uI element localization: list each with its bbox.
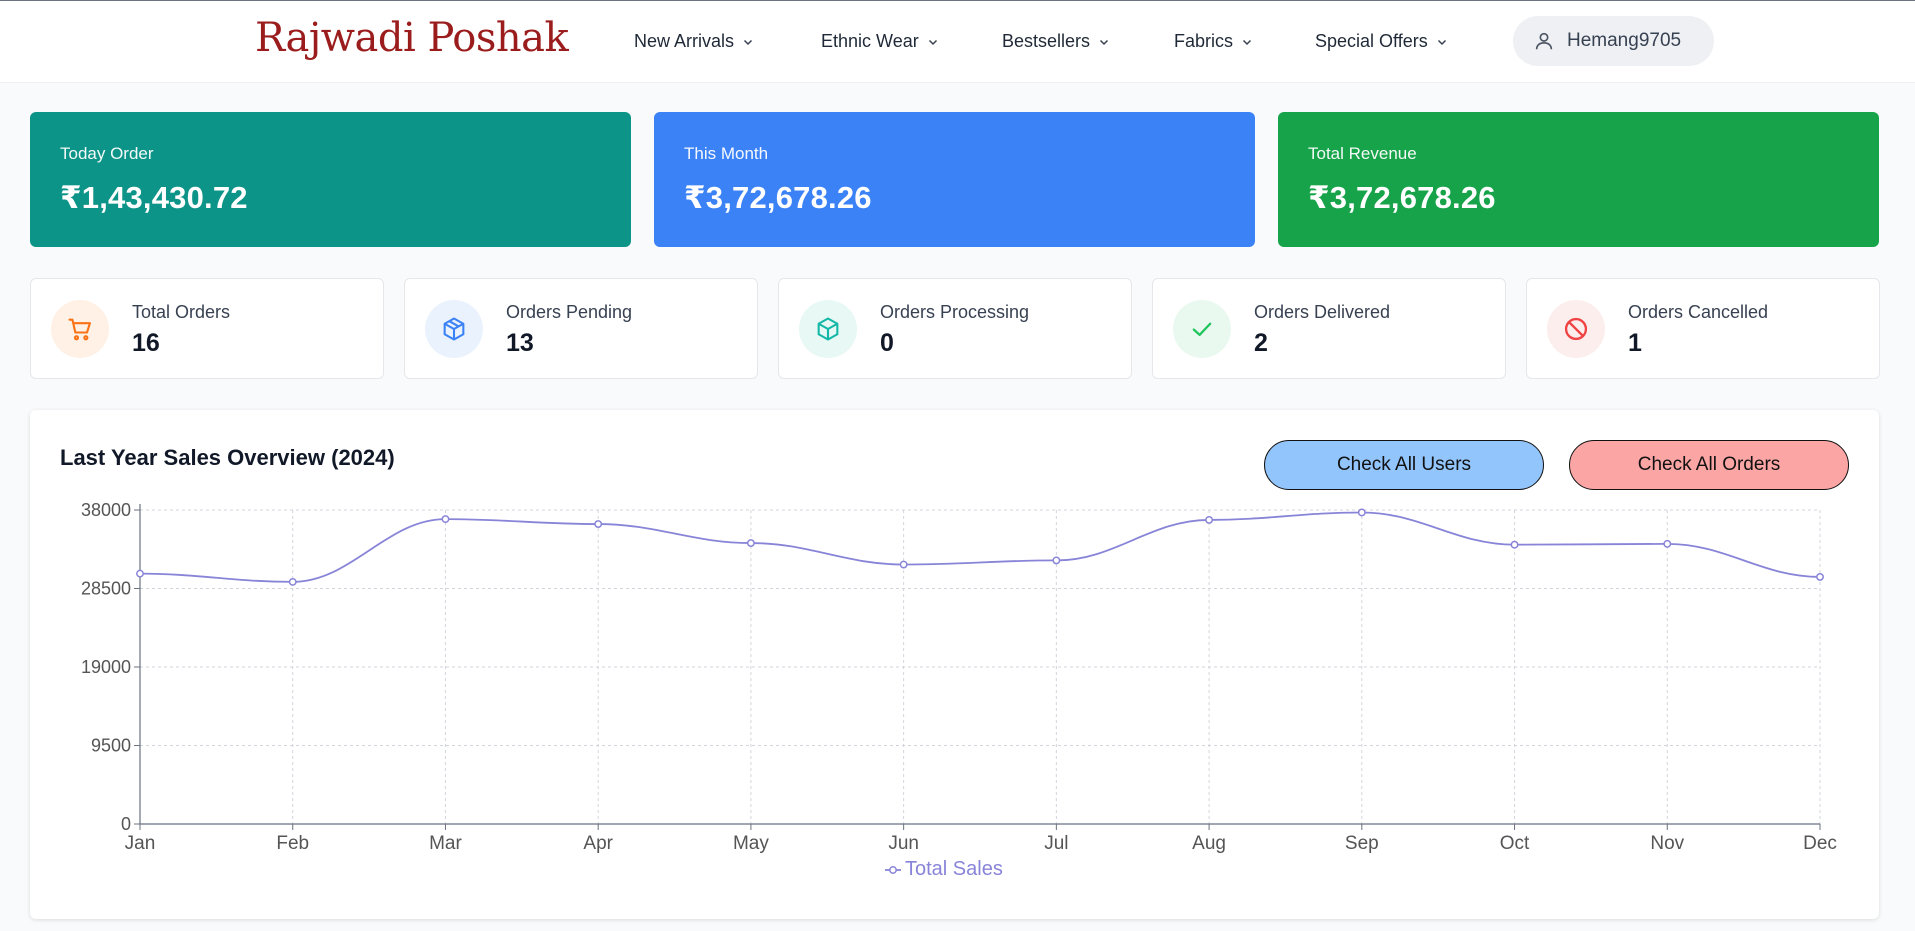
nav-new-arrivals[interactable]: New Arrivals <box>634 31 754 52</box>
order-stat-value: 2 <box>1254 329 1268 357</box>
box-icon <box>443 317 465 341</box>
data-point <box>441 515 450 524</box>
legend-line-icon <box>885 865 901 874</box>
today-order-card: Today Order ₹1,43,430.72 <box>30 112 631 247</box>
orders-cancelled-card: Orders Cancelled 1 <box>1526 278 1880 379</box>
legend-label: Total Sales <box>905 858 1003 880</box>
cart-icon-circle <box>51 300 109 358</box>
nav-label: Fabrics <box>1174 31 1234 51</box>
chart-title: Last Year Sales Overview (2024) <box>60 445 395 470</box>
ban-icon <box>1564 317 1588 341</box>
orders-processing-card: Orders Processing 0 <box>778 278 1132 379</box>
data-point <box>1205 515 1214 524</box>
x-tick-label: Jun <box>888 833 919 854</box>
user-name: Hemang9705 <box>1567 30 1682 51</box>
data-point <box>288 577 297 586</box>
data-point <box>1510 540 1519 549</box>
nav-fabrics[interactable]: Fabrics <box>1174 31 1253 52</box>
order-stat-label: Orders Pending <box>506 302 633 322</box>
data-point <box>899 560 908 569</box>
check-all-orders-button[interactable]: Check All Orders <box>1569 440 1849 490</box>
data-point <box>746 539 755 548</box>
chevron-down-icon <box>1242 39 1252 45</box>
y-tick-label: 38000 <box>81 500 131 520</box>
x-tick-label: Feb <box>276 833 309 854</box>
chevron-down-icon <box>928 39 937 45</box>
y-tick-label: 9500 <box>91 736 131 756</box>
stat-label: This Month <box>684 144 769 163</box>
data-point <box>1663 539 1672 548</box>
data-point <box>1052 556 1061 565</box>
y-tick-label: 0 <box>121 814 131 834</box>
stat-value: ₹3,72,678.26 <box>1308 180 1496 215</box>
data-point <box>136 569 144 578</box>
check-icon-circle <box>1173 300 1231 358</box>
total-revenue-card: Total Revenue ₹3,72,678.26 <box>1278 112 1879 247</box>
nav-label: Special Offers <box>1315 31 1428 51</box>
order-stat-value: 13 <box>506 329 534 357</box>
nav-special-offers[interactable]: Special Offers <box>1315 31 1448 52</box>
brand-logo[interactable]: Rajwadi Poshak <box>255 15 569 61</box>
cart-icon <box>68 318 91 341</box>
box-icon <box>817 317 839 341</box>
order-stat-value: 1 <box>1628 329 1642 357</box>
x-tick-label: Jan <box>125 833 156 854</box>
x-tick-label: Jul <box>1044 833 1068 854</box>
y-tick-label: 28500 <box>81 579 131 599</box>
nav-label: Ethnic Wear <box>821 31 919 51</box>
stat-value: ₹1,43,430.72 <box>60 180 248 215</box>
x-tick-label: Mar <box>429 833 462 854</box>
chevron-down-icon <box>744 39 753 45</box>
orders-delivered-card: Orders Delivered 2 <box>1152 278 1506 379</box>
order-stat-label: Orders Delivered <box>1254 302 1391 322</box>
box-icon-circle <box>425 300 483 358</box>
data-point <box>594 520 603 528</box>
chart-legend[interactable]: Total Sales <box>885 858 1003 881</box>
data-point <box>1816 572 1824 581</box>
orders-pending-card: Orders Pending 13 <box>404 278 758 379</box>
nav-ethnic-wear[interactable]: Ethnic Wear <box>821 31 939 52</box>
data-point <box>1357 508 1366 517</box>
user-icon <box>1535 32 1553 50</box>
stat-label: Total Revenue <box>1308 144 1417 163</box>
stat-label: Today Order <box>60 144 154 163</box>
order-stat-label: Total Orders <box>132 302 231 322</box>
chevron-down-icon <box>1100 39 1109 45</box>
ban-icon-circle <box>1547 300 1605 358</box>
order-stat-label: Orders Cancelled <box>1628 302 1769 322</box>
sales-overview-panel: 0 9500 19000 28500 38000 Jan Feb Mar Apr May Jun Ju… <box>30 410 1879 919</box>
total-orders-card: Total Orders 16 <box>30 278 384 379</box>
user-menu-button[interactable]: Hemang9705 <box>1513 16 1714 66</box>
check-all-users-button[interactable]: Check All Users <box>1264 440 1544 490</box>
x-tick-label: Sep <box>1345 833 1379 854</box>
x-tick-label: Dec <box>1803 833 1837 854</box>
chevron-down-icon <box>1437 39 1446 45</box>
order-stat-value: 16 <box>132 329 160 357</box>
this-month-card: This Month ₹3,72,678.26 <box>654 112 1255 247</box>
x-tick-label: Aug <box>1192 833 1226 854</box>
nav-label: Bestsellers <box>1002 31 1091 51</box>
order-stat-value: 0 <box>880 329 894 357</box>
x-tick-label: Apr <box>583 833 613 854</box>
nav-label: New Arrivals <box>634 31 735 51</box>
check-icon <box>1192 322 1212 336</box>
x-tick-label: Oct <box>1500 833 1530 854</box>
box-icon-circle <box>799 300 857 358</box>
x-tick-label: May <box>733 833 769 854</box>
series-line <box>139 511 1821 583</box>
stat-value: ₹3,72,678.26 <box>684 180 872 215</box>
order-stat-label: Orders Processing <box>880 302 1030 322</box>
top-navbar: Rajwadi Poshak New Arrivals Ethnic Wear … <box>0 1 1915 83</box>
x-tick-label: Nov <box>1650 833 1684 854</box>
nav-bestsellers[interactable]: Bestsellers <box>1002 31 1110 52</box>
y-tick-label: 19000 <box>81 657 131 677</box>
